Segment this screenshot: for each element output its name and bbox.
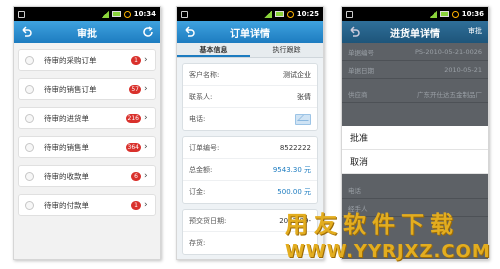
count-badge: 57	[129, 84, 141, 94]
list-item-label: 待审的收款单	[44, 171, 89, 181]
status-bar: 10:25	[177, 7, 323, 21]
order-no-value: 8522222	[279, 143, 311, 152]
tab-bar: 基本信息 执行跟踪	[177, 43, 323, 58]
customer-row: 客户名称: 测试企业	[183, 64, 317, 86]
phone-approval-screen: 10:34 审批 待审的采购订单 1 › 待审的销售订单 57 › 待审的进货单…	[13, 6, 161, 260]
list-bullet-icon	[25, 113, 34, 123]
title-bar: 审批	[14, 21, 160, 43]
customer-value: 测试企业	[283, 70, 311, 79]
tab-basic-info[interactable]: 基本信息	[177, 43, 250, 57]
contact-row: 联系人: 张倩	[183, 86, 317, 108]
field-label: 订单编号:	[189, 143, 220, 152]
title-bar: 进货单详情 审批	[342, 21, 488, 43]
field-label: 存货:	[189, 239, 206, 247]
detail-row: 单据日期 2010-05-21	[342, 61, 488, 79]
total-row: 总金额: 9543.30 元	[183, 159, 317, 181]
chevron-right-icon: ›	[144, 199, 148, 210]
alarm-icon	[286, 10, 294, 18]
signal-icon	[263, 10, 272, 18]
battery-icon	[439, 11, 449, 17]
list-item-purchase-receipt[interactable]: 待审的进货单 216 ›	[18, 107, 156, 129]
deposit-value: 500.00 元	[277, 188, 311, 196]
approval-dialog: 批准 取消	[342, 126, 488, 174]
field-label: 预交货日期:	[189, 216, 227, 225]
status-time: 10:36	[461, 10, 484, 18]
list-bullet-icon	[25, 200, 34, 210]
field-label: 订金:	[189, 188, 206, 196]
tab-execution-tracking[interactable]: 执行跟踪	[250, 43, 323, 57]
total-value: 9543.30 元	[272, 165, 311, 174]
list-item-sales-receipt[interactable]: 待审的销售单 364 ›	[18, 136, 156, 158]
status-time: 10:34	[133, 10, 156, 18]
list-item-label: 待审的付款单	[44, 200, 89, 210]
list-item-sales-order[interactable]: 待审的销售订单 57 ›	[18, 78, 156, 100]
customer-card: 客户名称: 测试企业 联系人: 张倩 电话:	[182, 63, 318, 131]
deposit-row: 订金: 500.00 元	[183, 181, 317, 203]
signal-icon	[428, 10, 437, 18]
count-badge: 1	[131, 55, 141, 65]
count-badge: 6	[131, 171, 141, 181]
list-item-purchase-order[interactable]: 待审的采购订单 1 ›	[18, 49, 156, 71]
list-item-label: 待审的销售单	[44, 142, 89, 152]
list-item-label: 待审的销售订单	[44, 84, 97, 94]
chevron-right-icon: ›	[144, 54, 148, 65]
count-badge: 216	[125, 113, 141, 123]
back-icon[interactable]	[183, 26, 195, 38]
field-label: 联系人:	[189, 92, 213, 101]
mail-icon[interactable]	[295, 113, 311, 125]
usb-icon	[181, 10, 188, 18]
phone-row: 电话:	[183, 108, 317, 130]
list-bullet-icon	[25, 55, 34, 65]
detail-row: 单据编号 PS-2010-05-21-0026	[342, 43, 488, 61]
alarm-icon	[123, 10, 131, 18]
list-bullet-icon	[25, 171, 34, 181]
list-item-label: 待审的采购订单	[44, 55, 97, 65]
field-label: 电话:	[189, 115, 206, 123]
list-bullet-icon	[25, 142, 34, 152]
approval-list: 待审的采购订单 1 › 待审的销售订单 57 › 待审的进货单 216 › 待审…	[14, 43, 160, 216]
order-no-row: 订单编号: 8522222	[183, 137, 317, 159]
page-title: 进货单详情	[390, 28, 440, 40]
chevron-right-icon: ›	[144, 141, 148, 152]
order-card: 订单编号: 8522222 总金额: 9543.30 元 订金: 500.00 …	[182, 136, 318, 204]
refresh-icon[interactable]	[142, 26, 154, 38]
chevron-right-icon: ›	[144, 170, 148, 181]
approve-option[interactable]: 批准	[342, 126, 488, 150]
detail-row: 电话	[342, 181, 488, 199]
signal-icon	[100, 10, 109, 18]
count-badge: 1	[131, 200, 141, 210]
watermark-chinese: 用友软件下载	[285, 211, 459, 238]
chevron-right-icon: ›	[144, 83, 148, 94]
status-bar: 10:34	[14, 7, 160, 21]
back-icon[interactable]	[20, 26, 32, 38]
chevron-right-icon: ›	[144, 112, 148, 123]
status-bar: 10:36	[342, 7, 488, 21]
list-bullet-icon	[25, 84, 34, 94]
battery-icon	[274, 11, 284, 17]
list-item-label: 待审的进货单	[44, 113, 89, 123]
field-label: 总金额:	[189, 165, 213, 174]
page-title: 订单详情	[230, 28, 270, 40]
page-title: 审批	[77, 28, 97, 40]
usb-icon	[18, 10, 25, 18]
usb-icon	[346, 10, 353, 18]
cancel-option[interactable]: 取消	[342, 150, 488, 174]
watermark-url: WWW.YYRJXZ.COM	[285, 241, 491, 262]
list-item-payment[interactable]: 待审的付款单 1 ›	[18, 194, 156, 216]
back-icon[interactable]	[348, 26, 360, 38]
site-watermark: 用友软件下载 WWW.YYRJXZ.COM	[285, 205, 495, 263]
contact-value: 张倩	[297, 92, 311, 101]
count-badge: 364	[125, 142, 141, 152]
title-bar: 订单详情	[177, 21, 323, 43]
list-item-collection[interactable]: 待审的收款单 6 ›	[18, 165, 156, 187]
status-time: 10:25	[296, 10, 319, 18]
alarm-icon	[451, 10, 459, 18]
approve-header-button[interactable]: 审批	[468, 26, 482, 36]
battery-icon	[111, 11, 121, 17]
detail-row: 供应商 广东开仕达五金制品厂	[342, 85, 488, 103]
field-label: 客户名称:	[189, 70, 220, 79]
